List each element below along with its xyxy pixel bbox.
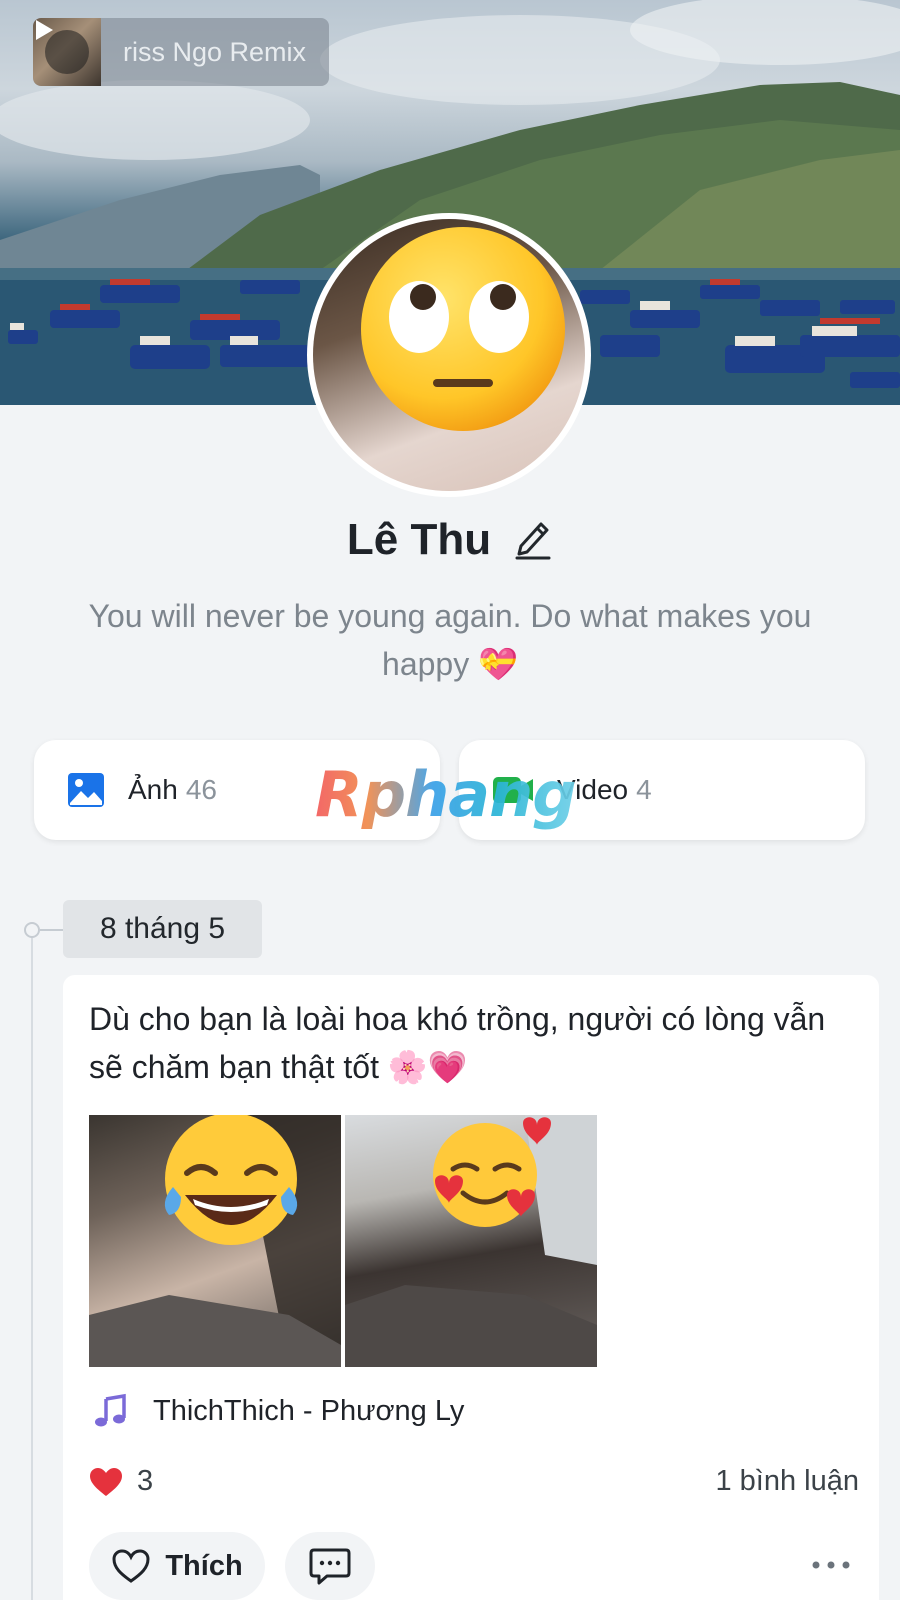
profile-bio: You will never be young again. Do what m… xyxy=(88,598,812,682)
play-icon xyxy=(36,20,53,40)
timeline-line xyxy=(31,930,33,1600)
cover-music-player[interactable]: riss Ngo Remix xyxy=(33,18,329,86)
post-photo-1[interactable] xyxy=(89,1115,341,1367)
more-options-button[interactable] xyxy=(801,1550,861,1580)
comment-icon xyxy=(309,1548,351,1585)
avatar-image xyxy=(313,219,585,491)
like-button[interactable]: Thích xyxy=(89,1532,265,1600)
avatar[interactable] xyxy=(307,213,591,497)
music-album-art xyxy=(33,18,101,86)
videos-count: 4 xyxy=(636,774,652,805)
play-button[interactable] xyxy=(36,20,89,74)
photos-label: Ảnh xyxy=(128,774,178,805)
comment-button[interactable] xyxy=(285,1532,375,1600)
post-photo-2[interactable] xyxy=(345,1115,597,1367)
image-icon xyxy=(68,773,104,807)
cover-music-title: riss Ngo Remix xyxy=(123,36,307,67)
smiling-hearts-emoji-icon xyxy=(345,1115,597,1367)
timeline-connector xyxy=(40,929,64,931)
like-button-label: Thích xyxy=(165,1549,243,1582)
post-song-title: ThichThich - Phương Ly xyxy=(153,1394,465,1427)
pencil-icon xyxy=(515,522,551,559)
post-card[interactable]: Dù cho bạn là loài hoa khó trồng, người … xyxy=(63,975,879,1600)
edit-name-button[interactable] xyxy=(513,516,553,565)
post-text: Dù cho bạn là loài hoa khó trồng, người … xyxy=(89,1001,826,1085)
like-summary[interactable]: 3 xyxy=(89,1465,153,1498)
laughing-emoji-icon xyxy=(89,1115,341,1367)
profile-name: Lê Thu xyxy=(346,515,492,564)
post-date: 8 tháng 5 xyxy=(63,900,262,958)
post-song[interactable]: ThichThich - Phương Ly xyxy=(93,1393,464,1429)
more-dots-icon xyxy=(812,1561,850,1569)
profile-name-row: Lê Thu xyxy=(0,515,900,565)
heart-icon xyxy=(90,1467,122,1496)
timeline-dot xyxy=(24,922,40,938)
music-note-icon xyxy=(95,1393,126,1427)
heart-outline-icon xyxy=(112,1549,150,1583)
photos-count: 46 xyxy=(185,774,217,805)
like-count: 3 xyxy=(137,1465,154,1497)
watermark-logo: Rphang xyxy=(315,758,577,831)
comment-count[interactable]: 1 bình luận xyxy=(715,1465,859,1498)
post-reactions-row: 3 1 bình luận xyxy=(89,1465,859,1498)
eye-roll-emoji-icon xyxy=(361,227,565,431)
